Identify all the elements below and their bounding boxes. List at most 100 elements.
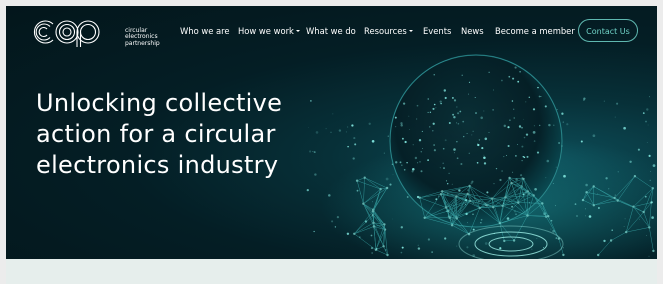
hero-headline: Unlocking collective action for a circul… <box>36 88 356 181</box>
particle <box>548 123 551 127</box>
particle <box>392 174 394 176</box>
particle <box>521 145 524 148</box>
particle <box>650 170 651 172</box>
particle <box>611 229 613 231</box>
particle <box>400 251 403 254</box>
particle <box>400 124 403 127</box>
particle <box>412 168 415 171</box>
particle <box>463 135 465 138</box>
cep-logo[interactable]: circular electronics partnership <box>31 16 160 48</box>
logo-line: partnership <box>125 39 160 47</box>
particle <box>493 183 495 185</box>
network-node <box>468 199 472 203</box>
network-node <box>541 202 544 205</box>
particle <box>401 164 403 166</box>
particle <box>483 156 486 160</box>
network-node <box>382 245 385 248</box>
particle <box>453 148 456 151</box>
network-node <box>526 214 529 217</box>
particle <box>511 205 514 208</box>
network-node <box>592 204 595 207</box>
particle <box>447 183 449 185</box>
particle <box>477 143 478 145</box>
particle <box>453 115 456 119</box>
particle <box>448 172 450 175</box>
particle <box>427 98 429 100</box>
particle <box>525 101 527 103</box>
particle <box>399 161 402 164</box>
particle <box>460 162 463 166</box>
particle <box>648 255 650 257</box>
particle <box>457 112 460 115</box>
particle <box>416 104 419 107</box>
particle <box>538 95 541 98</box>
network-node <box>372 221 375 224</box>
particle <box>403 168 406 171</box>
particle <box>442 162 444 165</box>
particle <box>368 122 371 125</box>
particle <box>456 141 458 143</box>
particle <box>563 247 564 249</box>
network-node <box>385 186 389 190</box>
network-node <box>562 253 565 257</box>
particle <box>623 226 625 227</box>
nav-item-what-we-do[interactable]: What we do <box>306 26 356 36</box>
particle <box>472 228 475 231</box>
particle <box>522 155 525 158</box>
particle <box>419 161 421 163</box>
particle <box>580 140 583 143</box>
chevron-down-icon <box>295 29 300 32</box>
particle <box>649 96 651 98</box>
particle <box>566 123 569 126</box>
particle <box>521 159 523 162</box>
particle <box>371 252 373 254</box>
network-node <box>423 216 426 219</box>
nav-item-events[interactable]: Events <box>423 26 451 36</box>
particle <box>513 117 515 119</box>
particle <box>608 188 610 190</box>
network-node <box>633 175 637 178</box>
particle <box>387 135 390 137</box>
particle <box>443 89 447 92</box>
particle <box>400 226 403 229</box>
contact-us-button[interactable]: Contact Us <box>578 19 638 42</box>
network-node <box>441 190 444 193</box>
network-node <box>498 221 501 225</box>
network-node <box>417 247 421 250</box>
particle <box>543 247 545 248</box>
nav-item-how-we-work[interactable]: How we work <box>238 26 300 36</box>
nav-item-who-we-are[interactable]: Who we are <box>180 26 230 36</box>
particle <box>444 96 447 100</box>
particle <box>421 147 423 149</box>
hero-section: circular electronics partnership Who we … <box>6 6 657 259</box>
network-node <box>650 201 653 204</box>
particle <box>597 193 598 195</box>
particle <box>429 126 431 128</box>
network-node <box>386 253 389 257</box>
particle <box>439 100 442 103</box>
particle <box>420 150 423 153</box>
particle <box>646 142 648 143</box>
network-node <box>383 223 386 226</box>
particle <box>468 152 470 154</box>
particle <box>525 133 529 136</box>
particle <box>462 120 465 123</box>
network-node <box>581 198 585 202</box>
nav-label: Events <box>423 26 452 36</box>
nav-item-resources[interactable]: Resources <box>364 26 413 36</box>
nav-label: What we do <box>306 26 356 36</box>
particle <box>451 96 454 99</box>
particle <box>488 131 490 133</box>
nav-item-news[interactable]: News <box>461 26 484 36</box>
particle <box>444 139 447 142</box>
particle <box>637 148 640 151</box>
nav-item-become-a-member[interactable]: Become a member <box>495 26 575 36</box>
particle <box>421 130 423 132</box>
network-node <box>468 184 471 188</box>
particle <box>558 142 561 144</box>
particle <box>468 93 469 95</box>
particle <box>371 201 374 203</box>
particle <box>519 71 521 73</box>
particle <box>461 74 463 76</box>
particle <box>556 109 558 110</box>
